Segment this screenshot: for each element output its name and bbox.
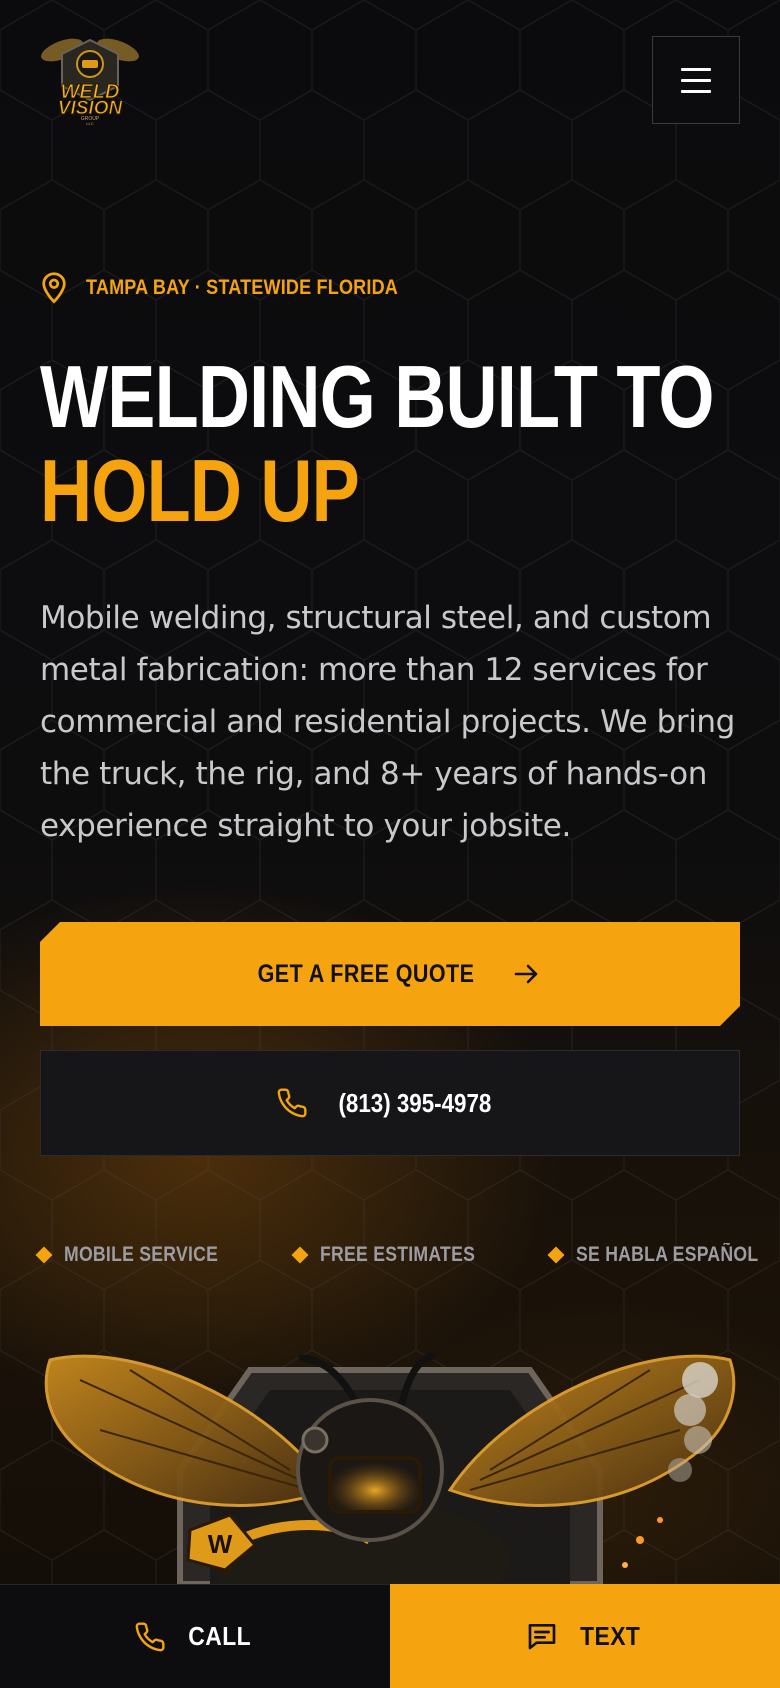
phone-icon bbox=[277, 1088, 307, 1118]
text-button-label: TEXT bbox=[579, 1620, 641, 1651]
badge-item: SE HABLA ESPAÑOL bbox=[547, 1243, 780, 1267]
hero-title: WELDING BUILT TO HOLD UP bbox=[40, 347, 714, 540]
hero-description: Mobile welding, structural steel, and cu… bbox=[40, 600, 735, 844]
message-icon bbox=[528, 1624, 556, 1650]
badge-item: MOBILE SERVICE bbox=[35, 1243, 248, 1267]
call-button-label: CALL bbox=[188, 1621, 252, 1651]
text-button[interactable]: TEXT bbox=[390, 1584, 780, 1688]
hero-title-line2: HOLD UP bbox=[40, 441, 360, 540]
arrow-right-icon bbox=[514, 962, 540, 986]
phone-number-button[interactable]: (813) 395-4978 bbox=[40, 1050, 740, 1156]
diamond-icon bbox=[35, 1246, 53, 1264]
phone-icon bbox=[135, 1621, 165, 1651]
service-badges: MOBILE SERVICE FREE ESTIMATES SE HABLA E… bbox=[35, 1240, 758, 1270]
menu-button[interactable] bbox=[652, 36, 740, 124]
diamond-icon bbox=[547, 1246, 565, 1264]
phone-number-label: (813) 395-4978 bbox=[338, 1087, 492, 1118]
badge-item: FREE ESTIMATES bbox=[291, 1243, 505, 1267]
weld-vision-logo[interactable]: WELD VISION GROUP LLC bbox=[40, 30, 140, 126]
hamburger-icon bbox=[681, 67, 711, 71]
bottom-action-bar: CALL TEXT bbox=[0, 1584, 780, 1688]
svg-text:W: W bbox=[208, 1529, 233, 1559]
location-text: TAMPA BAY · STATEWIDE FLORIDA bbox=[86, 276, 399, 299]
hero-title-line1: WELDING BUILT TO bbox=[40, 347, 714, 446]
diamond-icon bbox=[291, 1246, 309, 1264]
bee-welder-mascot-image: W bbox=[44, 1352, 736, 1584]
map-pin-icon bbox=[42, 272, 66, 304]
get-free-quote-button[interactable]: GET A FREE QUOTE bbox=[40, 922, 740, 1026]
location-tag: TAMPA BAY · STATEWIDE FLORIDA bbox=[40, 270, 449, 306]
svg-text:LLC: LLC bbox=[86, 121, 93, 126]
call-button[interactable]: CALL bbox=[0, 1584, 390, 1688]
quote-button-label: GET A FREE QUOTE bbox=[257, 959, 475, 988]
